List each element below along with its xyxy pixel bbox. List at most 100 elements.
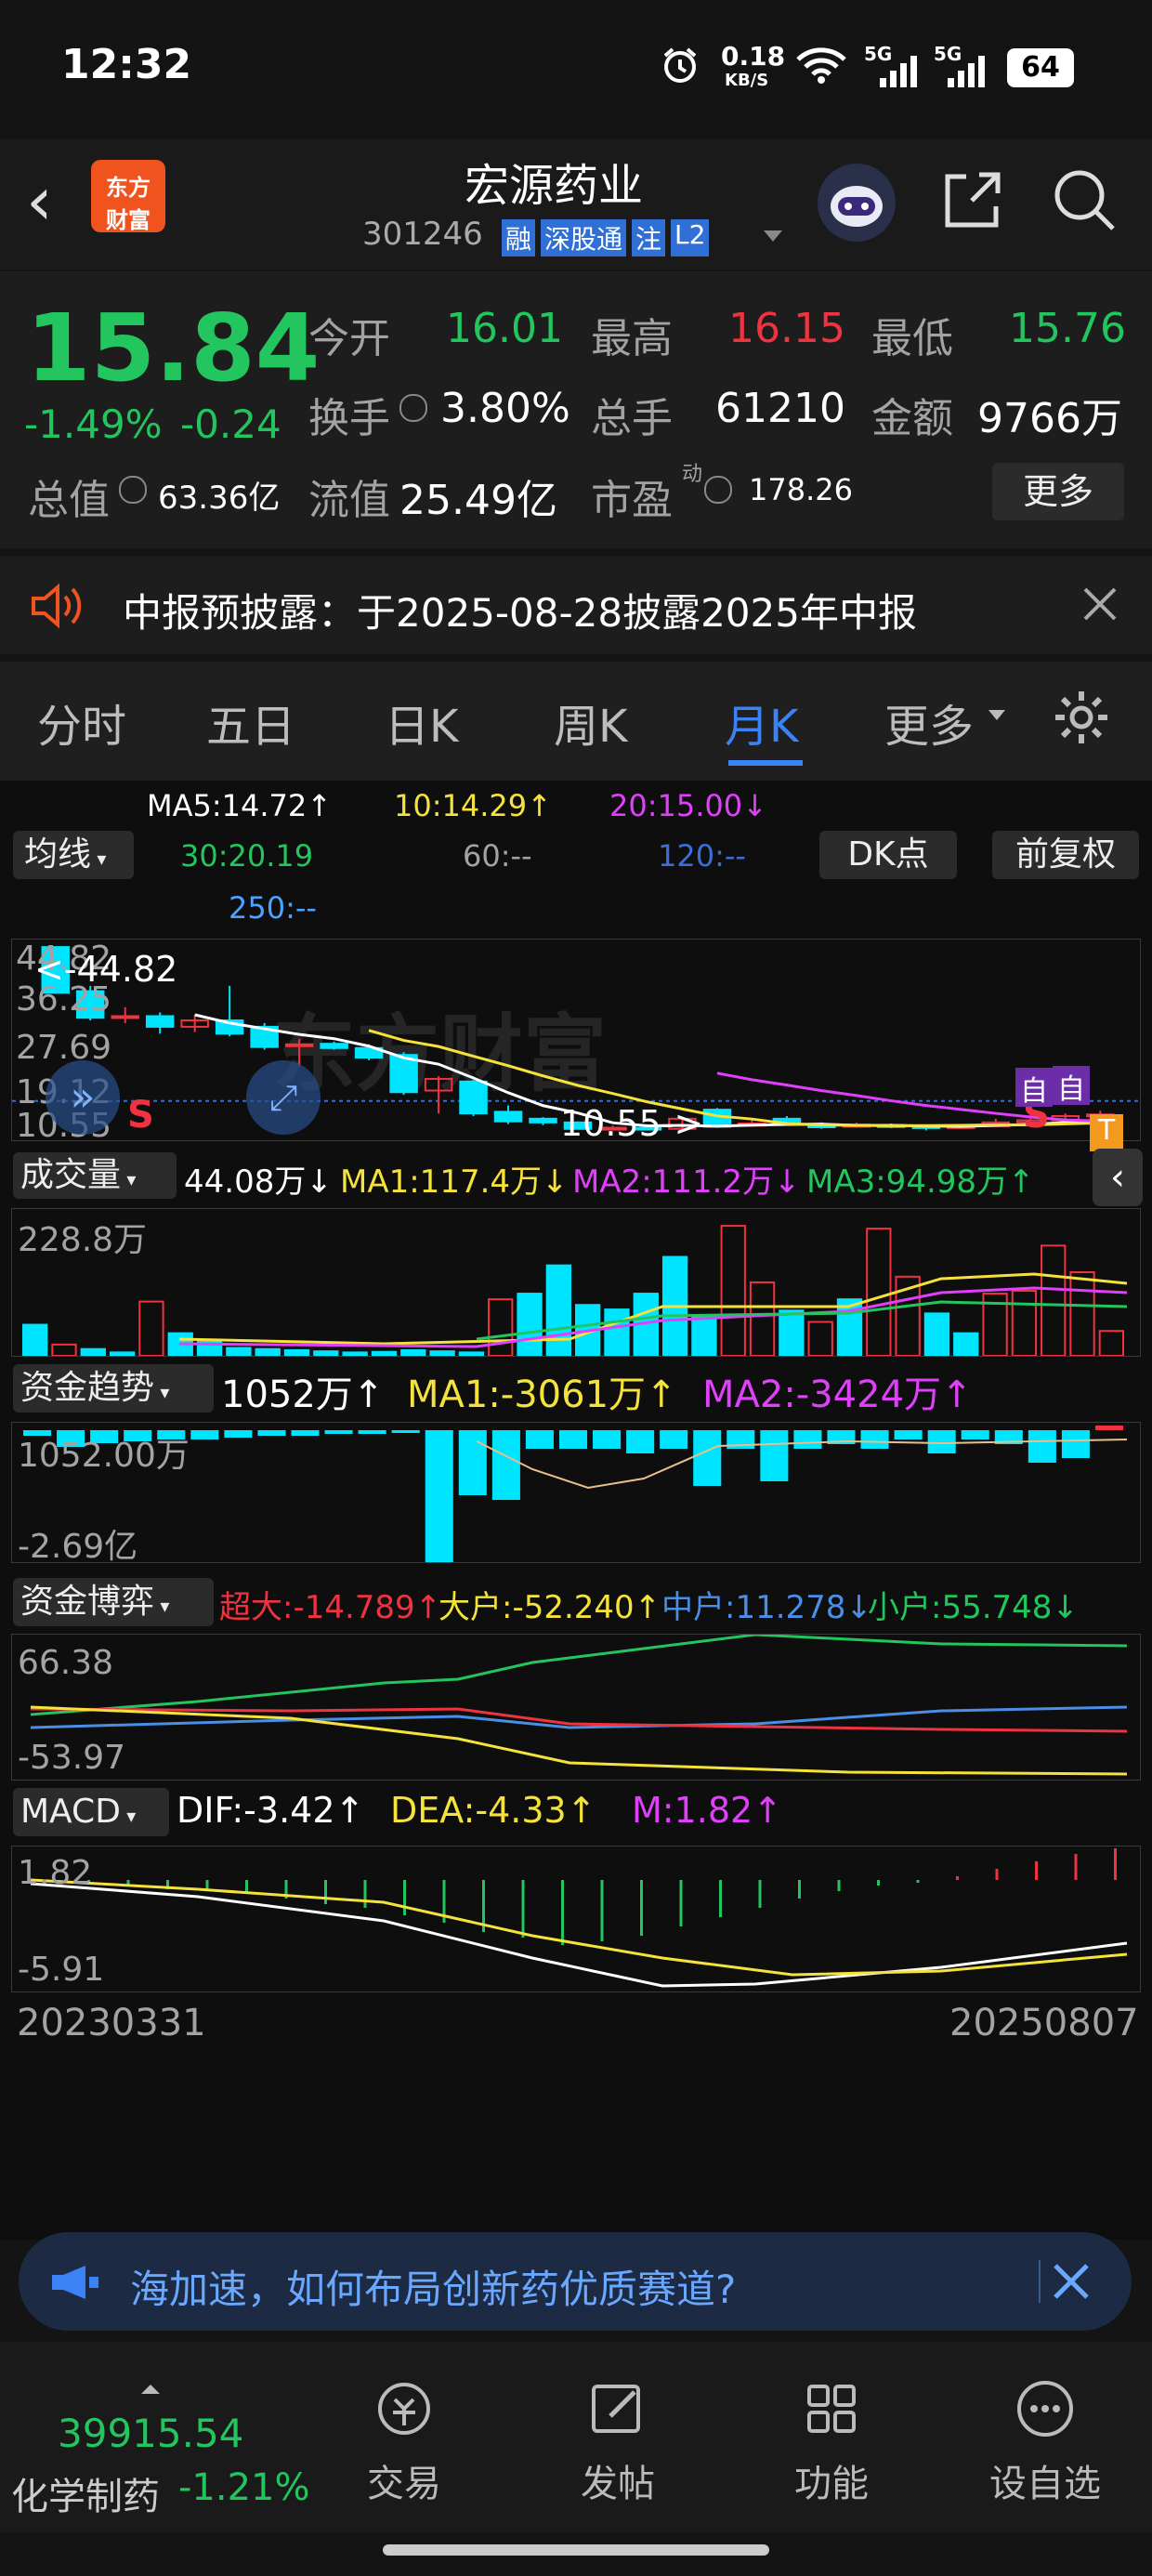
alarm-icon — [660, 45, 700, 85]
volume-bar — [109, 1351, 136, 1356]
notice-bar[interactable]: 中报预披露：于2025-08-28披露2025年中报 — [0, 556, 1152, 654]
tab-weekly-k[interactable]: 周K — [554, 690, 627, 755]
volume-ma1: MA1:117.4万↓ — [340, 1163, 569, 1201]
volume-selector[interactable]: 成交量 ▾ — [13, 1152, 177, 1199]
fund-game-selector[interactable]: 资金博弈 ▾ — [13, 1578, 214, 1626]
date-start: 20230331 — [17, 2002, 206, 2044]
candle — [111, 1015, 139, 1019]
ma20-label: 20:15.00↓ — [609, 788, 767, 823]
volume-panel[interactable]: 228.8万 — [11, 1208, 1141, 1357]
edit-icon — [592, 2385, 640, 2433]
chevron-down-icon — [988, 710, 1005, 720]
low-marker-label: 10.55-> — [560, 1103, 704, 1144]
watchlist-nav[interactable]: 设自选 — [985, 2375, 1106, 2507]
ma-selector-label: 均线 — [24, 835, 92, 874]
info-icon[interactable] — [119, 476, 147, 504]
fund-trend-label: 资金趋势 — [20, 1369, 155, 1407]
close-icon[interactable] — [1052, 2262, 1091, 2305]
collapse-icon[interactable]: ‹ — [1093, 1149, 1143, 1206]
kline-panel[interactable]: 东方财富 44.82 36.25 27.69 19.12 10.55 <-44.… — [11, 939, 1141, 1151]
fund-trend-panel[interactable]: 1052.00万 -2.69亿 — [11, 1422, 1141, 1566]
pe-value: 178.26 — [749, 472, 853, 507]
candle — [320, 1043, 348, 1049]
sector-name[interactable]: 化学制药 — [11, 2466, 160, 2520]
macd-dea-line — [30, 1878, 1128, 1977]
banner-divider — [1039, 2260, 1041, 2303]
tab-five-day[interactable]: 五日 — [206, 690, 295, 755]
pe-label: 市盈 — [591, 477, 673, 524]
fund-trend-selector[interactable]: 资金趋势 ▾ — [13, 1364, 214, 1413]
dk-point-button[interactable]: DK点 — [819, 831, 957, 879]
candle — [529, 1117, 557, 1124]
tab-active-indicator — [728, 760, 803, 766]
news-banner[interactable]: 海加速，如何布局创新药优质赛道? — [19, 2232, 1132, 2331]
volume-bar — [604, 1308, 630, 1356]
t-marker[interactable]: T — [1090, 1114, 1123, 1151]
fund-game-ytop: 66.38 — [18, 1644, 114, 1682]
share-icon[interactable] — [938, 165, 1007, 238]
fund-trend-bar — [224, 1430, 253, 1438]
fund-trend-bar — [961, 1430, 989, 1439]
info-icon[interactable] — [399, 394, 427, 422]
tab-intraday[interactable]: 分时 — [37, 690, 126, 755]
self-marker[interactable]: 自 — [1015, 1068, 1053, 1108]
post-nav[interactable]: 发帖 — [567, 2375, 669, 2507]
fund-trend-bar — [358, 1430, 386, 1434]
candle — [493, 1111, 523, 1123]
macd-label: MACD — [20, 1793, 121, 1831]
fund-trend-bar — [927, 1430, 956, 1453]
macd-dif-line — [30, 1882, 1128, 1988]
volume-bar — [255, 1347, 281, 1356]
status-bar: 12:32 0.18 KB/S 5G 5G 64 — [0, 0, 1152, 139]
search-icon[interactable] — [1050, 165, 1119, 238]
gear-icon[interactable] — [1052, 688, 1111, 751]
volume-bar — [807, 1321, 833, 1356]
expand-left-icon[interactable]: » — [46, 1060, 120, 1135]
low-value: 15.76 — [1009, 305, 1126, 352]
app-logo[interactable]: 东方 财富 — [91, 160, 165, 233]
stock-header: ‹ 东方 财富 宏源药业 301246 融 深股通 注 L2 — [0, 139, 1152, 269]
fullscreen-icon[interactable]: ⤢ — [246, 1060, 321, 1135]
info-icon[interactable] — [704, 476, 732, 504]
self-marker[interactable]: 自 — [1053, 1066, 1090, 1106]
open-value: 16.01 — [446, 305, 563, 352]
fund-trend-bar — [391, 1430, 420, 1433]
macd-selector[interactable]: MACD ▾ — [13, 1788, 169, 1836]
volume-bar — [80, 1347, 106, 1356]
adjust-button[interactable]: 前复权 — [992, 831, 1139, 879]
fund-game-panel[interactable]: 66.38 -53.97 — [11, 1634, 1141, 1781]
chevron-up-icon[interactable] — [141, 2385, 160, 2394]
home-indicator[interactable] — [383, 2544, 769, 2556]
ma-selector[interactable]: 均线 ▾ — [13, 831, 134, 879]
volume-bar — [749, 1281, 776, 1356]
sector-index[interactable]: 39915.54 — [58, 2411, 243, 2456]
macd-dif: DIF:-3.42↑ — [177, 1790, 365, 1831]
fund-trend-bar — [793, 1430, 822, 1449]
badge-margin: 融 — [502, 219, 536, 256]
trade-label: 交易 — [367, 2463, 441, 2505]
trade-nav[interactable]: 交易 — [353, 2375, 455, 2507]
tab-more[interactable]: 更多 — [884, 690, 974, 755]
float-cap-value: 25.49亿 — [399, 477, 557, 524]
low-label: 最低 — [871, 315, 953, 362]
fund-trend-ma2: MA2:-3424万↑ — [702, 1373, 973, 1416]
macd-m: M:1.82↑ — [632, 1790, 783, 1831]
more-button[interactable]: 更多 — [992, 463, 1124, 520]
back-button[interactable]: ‹ — [26, 167, 53, 234]
volume-current: 44.08万↓ — [184, 1163, 333, 1201]
macd-panel[interactable]: 1.82 -5.91 — [11, 1846, 1141, 1992]
megaphone-icon — [48, 2264, 104, 2305]
badge-l2: L2 — [671, 219, 710, 256]
volume-ma2: MA2:111.2万↓ — [572, 1163, 801, 1201]
tab-monthly-k[interactable]: 月K — [725, 690, 798, 755]
function-nav[interactable]: 功能 — [780, 2375, 883, 2507]
chevron-down-icon[interactable] — [764, 230, 782, 242]
ai-assistant-icon[interactable] — [818, 164, 896, 242]
amount-value: 9766万 — [977, 395, 1122, 442]
tab-daily-k[interactable]: 日K — [385, 690, 458, 755]
fund-trend-bar — [257, 1430, 286, 1436]
close-icon[interactable] — [1081, 585, 1119, 626]
fund-trend-bar — [760, 1430, 789, 1481]
fund-trend-bar — [458, 1430, 487, 1495]
ma120-label: 120:-- — [658, 838, 746, 874]
